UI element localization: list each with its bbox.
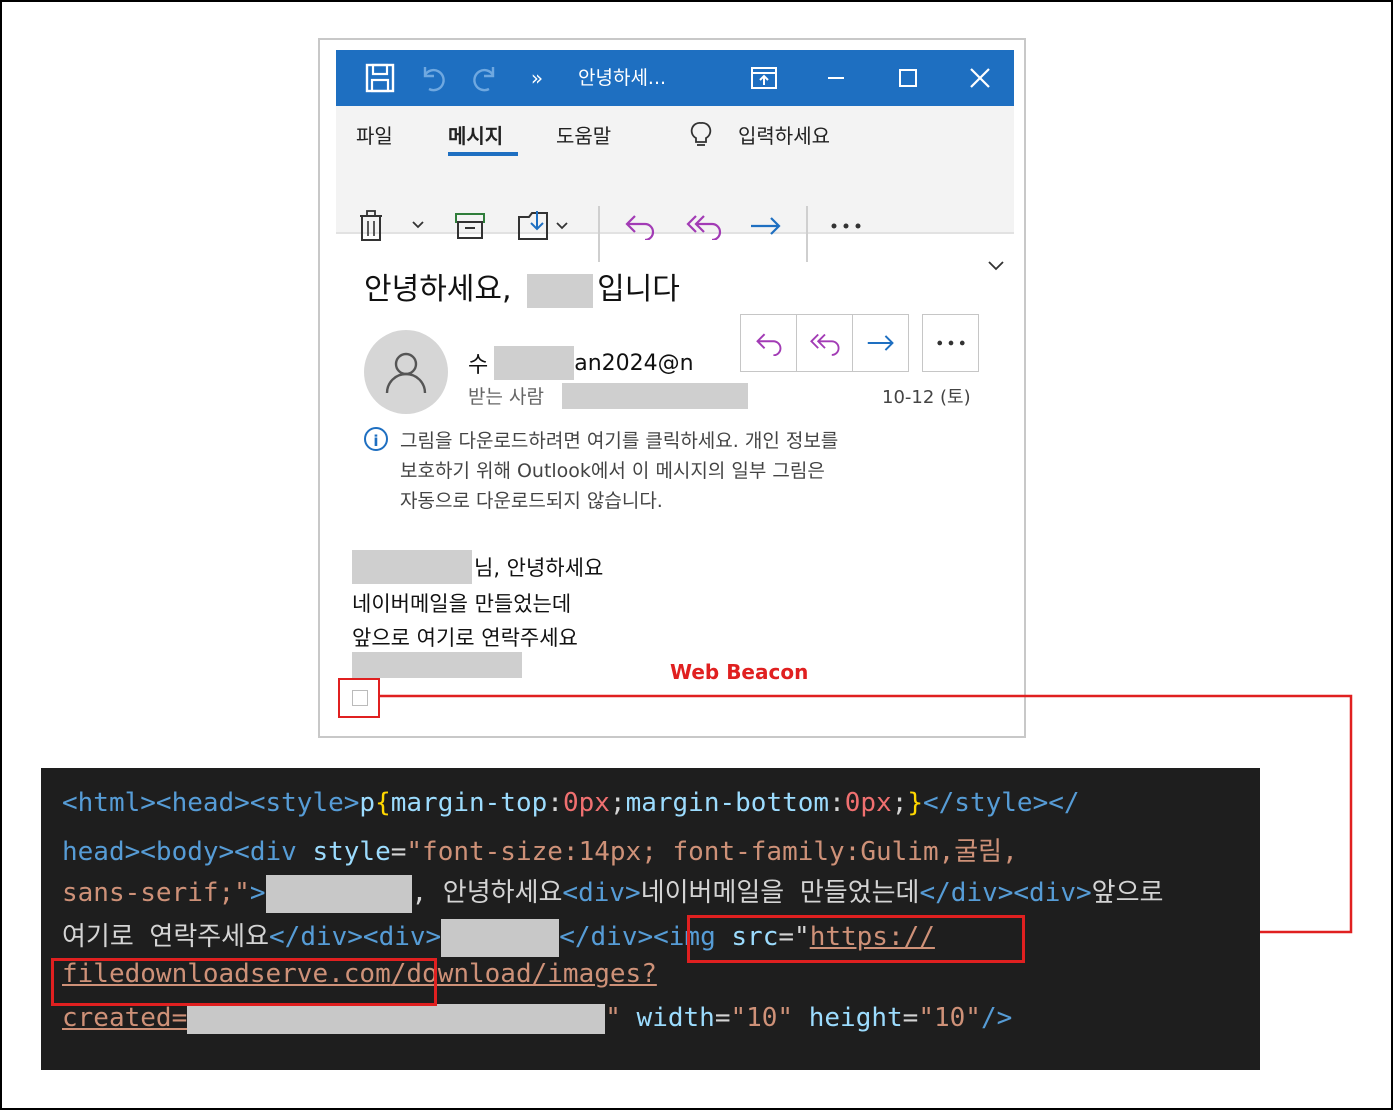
redacted-block — [265, 874, 412, 913]
code-line: created= " width="10" height="10"/> — [62, 1003, 1013, 1034]
figure-frame: » 안녕하세... 파일 메시지 도움말 입력하세요 안녕하세요, 입니다 수 … — [0, 0, 1393, 1110]
redacted-block — [187, 1003, 606, 1034]
code-line: head><body><div style="font-size:14px; f… — [62, 837, 1018, 867]
domain-highlight — [51, 958, 437, 1006]
redacted-block — [441, 918, 560, 957]
code-line: <html><head><style>p{margin-top:0px;marg… — [62, 788, 1080, 818]
img-src-highlight — [687, 915, 1025, 963]
code-line: sans-serif;">, 안녕하세요<div>네이버메일을 만들었는데</d… — [62, 872, 1163, 913]
html-source-panel: <html><head><style>p{margin-top:0px;marg… — [41, 768, 1260, 1070]
